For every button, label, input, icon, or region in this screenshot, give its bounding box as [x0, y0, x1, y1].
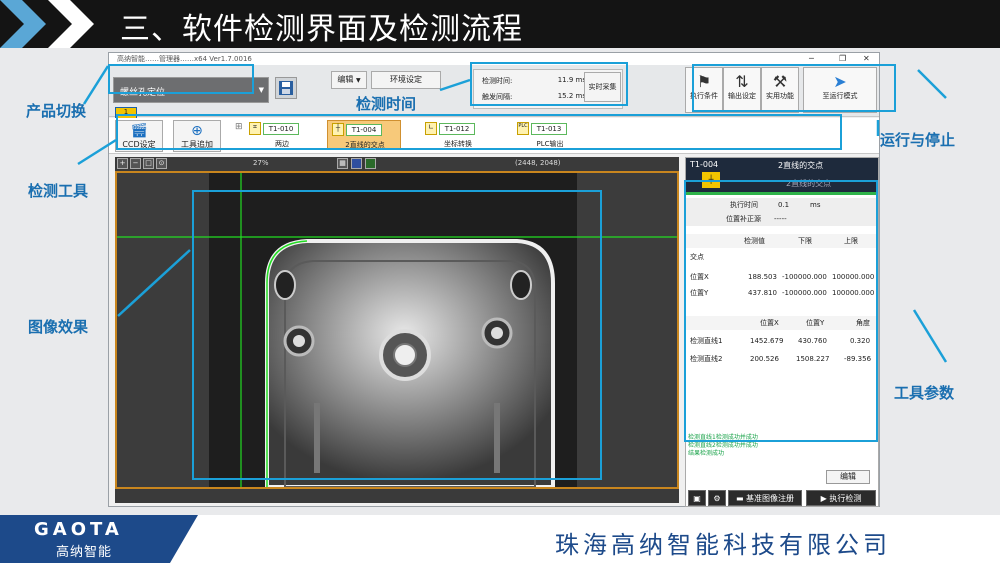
annotation-image-effect: 图像效果: [28, 318, 89, 336]
product-name: 螺丝孔定位: [120, 88, 166, 98]
logo-text-cn: 高纳智能: [56, 545, 113, 560]
grid-icon: ⊞: [235, 122, 243, 132]
exec-condition-button[interactable]: ⚑ 执行条件: [685, 67, 723, 113]
image-resolution: (2448, 2048): [515, 159, 561, 167]
footer-slash-decoration: [170, 515, 198, 563]
play-arrow-icon: ➤: [833, 72, 847, 91]
logo-text-en: GAOTA: [34, 519, 123, 540]
tool-card[interactable]: ⌗ T1-010 两边: [245, 120, 319, 150]
ccd-settings-button[interactable]: 🎬︎ CCD设定: [115, 120, 163, 152]
window-title: 高纳智能……管理器……x64 Ver1.7.0016: [117, 55, 252, 63]
grid-view-icon[interactable]: ▦: [337, 158, 348, 169]
product-select[interactable]: 螺丝孔定位 ▼: [113, 77, 269, 103]
save-icon: [279, 81, 293, 95]
output-settings-button[interactable]: ⇅ 输出设定: [723, 67, 761, 113]
annotation-detect-tools: 检测工具: [28, 182, 89, 200]
annotation-detect-time: 检测时间: [356, 95, 417, 113]
image-toolbar: + − □ ⊙ 27% ▦ (2448, 2048): [115, 157, 679, 171]
window-titlebar: 高纳智能……管理器……x64 Ver1.7.0016 ─ ❐ ✕: [109, 53, 879, 65]
log-messages: 检测直线1检测成功并成功 检测直线2检测成功并成功 结果检测成功: [688, 434, 758, 457]
panel-tool-name: 2直线的交点: [778, 161, 824, 170]
table-row: 检测直线1 1452.679 430.760 0.320: [690, 337, 871, 345]
panel-header: T1-004 2直线的交点 ┼ 2直线的交点: [686, 158, 878, 192]
panel-edit-button[interactable]: 编辑: [826, 470, 870, 484]
trigger-interval-value: 15.2 ms: [557, 92, 586, 100]
image-save-icon[interactable]: ▣: [688, 490, 706, 506]
blue-channel-icon[interactable]: [351, 158, 362, 169]
zoom-in-icon[interactable]: +: [117, 158, 128, 169]
company-name: 珠海高纳智能科技有限公司: [555, 531, 891, 559]
settings-gear-icon[interactable]: ⚙: [708, 490, 726, 506]
register-icon: ▬: [735, 494, 747, 503]
table-row: 检测直线2 200.526 1508.227 -89.356: [690, 355, 872, 363]
close-icon[interactable]: ✕: [863, 53, 870, 65]
coordinate-tool-icon: ∟: [425, 122, 437, 135]
register-reference-image-button[interactable]: ▬ 基准图像注册: [728, 490, 802, 506]
chevron-down-icon: ▼: [258, 86, 264, 94]
table-row: 位置X 188.503 -100000.000 100000.000: [690, 273, 875, 281]
zoom-actual-icon[interactable]: ⊙: [156, 158, 167, 169]
run-mode-button[interactable]: ➤ 至运行模式: [803, 67, 877, 113]
tool-card-selected[interactable]: ┼ T1-004 2直线的交点: [327, 120, 401, 150]
panel-footer: ▣ ⚙ ▬ 基准图像注册 ▶ 执行检测: [686, 488, 878, 508]
fit-window-icon[interactable]: □: [143, 158, 154, 169]
image-viewer[interactable]: [115, 171, 679, 489]
panel-tool-id: T1-004: [690, 160, 719, 169]
table-row: 位置Y 437.810 -100000.000 100000.000: [690, 289, 875, 297]
edit-menu-button[interactable]: 编辑 ▼: [331, 71, 367, 89]
green-channel-icon[interactable]: [365, 158, 376, 169]
tool-card[interactable]: PLC T1-013 PLC输出: [513, 120, 587, 150]
zoom-out-icon[interactable]: −: [130, 158, 141, 169]
chevron-decoration-icon: [48, 0, 94, 48]
annotation-product-switch: 产品切换: [26, 102, 87, 120]
flag-icon: ⚑: [696, 72, 712, 91]
table-row: 交点: [690, 253, 704, 261]
app-window: 高纳智能……管理器……x64 Ver1.7.0016 ─ ❐ ✕ 螺丝孔定位 ▼…: [108, 52, 880, 507]
intersection-tool-icon: ┼: [332, 123, 344, 136]
detect-time-value: 11.9 ms: [557, 76, 586, 84]
save-button[interactable]: [275, 77, 297, 99]
zoom-level: 27%: [253, 159, 269, 167]
add-tool-button[interactable]: ⊕ 工具追加: [173, 120, 221, 152]
tool-card[interactable]: ∟ T1-012 坐标转换: [421, 120, 495, 150]
inspection-image: [117, 173, 677, 487]
trigger-interval-label: 触发间隔:: [482, 93, 513, 101]
minimize-icon[interactable]: ─: [809, 53, 814, 65]
up-down-arrows-icon: ⇅: [735, 72, 749, 91]
panel-progress-bar: [686, 192, 878, 195]
chevron-decoration-icon: [0, 0, 46, 48]
plc-tool-icon: PLC: [517, 122, 529, 135]
main-toolbar: 螺丝孔定位 ▼ 1 编辑 ▼ 环境设定 检测时间: 11.9 ms 触发间隔: 15…: [109, 65, 879, 121]
tool-parameter-panel: T1-004 2直线的交点 ┼ 2直线的交点 执行时间 0.1 ms 位置补正源…: [685, 157, 879, 507]
intersection-tool-icon: ┼: [702, 172, 720, 188]
detect-time-label: 检测时间:: [482, 77, 513, 85]
panel-tool-sub: 2直线的交点: [786, 179, 832, 188]
company-logo: GAOTA 高纳智能: [0, 515, 170, 563]
tool-strip: 🎬︎ CCD设定 ⊕ 工具追加 ⊞ ⌗ T1-010 两边 ┼ T1-004 2直线…: [109, 118, 879, 154]
annotation-tool-params: 工具参数: [894, 384, 955, 402]
slide-title: 三、软件检测界面及检测流程: [120, 12, 523, 47]
utilities-button[interactable]: ⚒ 实用功能: [761, 67, 799, 113]
realtime-capture-button[interactable]: 实时采集: [584, 72, 621, 102]
tools-icon: ⚒: [772, 72, 788, 91]
maximize-icon[interactable]: ❐: [839, 53, 846, 65]
edge-tool-icon: ⌗: [249, 122, 261, 135]
plus-circle-icon: ⊕: [191, 123, 203, 139]
image-statusbar: [115, 489, 679, 503]
env-settings-button[interactable]: 环境设定: [371, 71, 441, 89]
chevron-down-icon: ▼: [355, 77, 361, 84]
annotation-run-stop: 运行与停止: [880, 131, 956, 149]
film-clapper-icon: 🎬︎: [130, 123, 148, 139]
execute-detect-button[interactable]: ▶ 执行检测: [806, 490, 876, 506]
slide-header: 三、软件检测界面及检测流程: [0, 0, 1000, 48]
